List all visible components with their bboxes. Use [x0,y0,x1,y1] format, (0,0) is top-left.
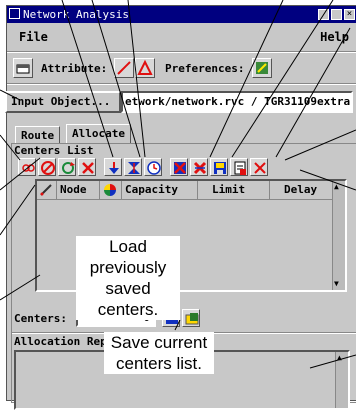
callout-save-centers: Save current centers list. [104,332,214,374]
callout-load-centers: Load previously saved centers. [76,236,180,320]
